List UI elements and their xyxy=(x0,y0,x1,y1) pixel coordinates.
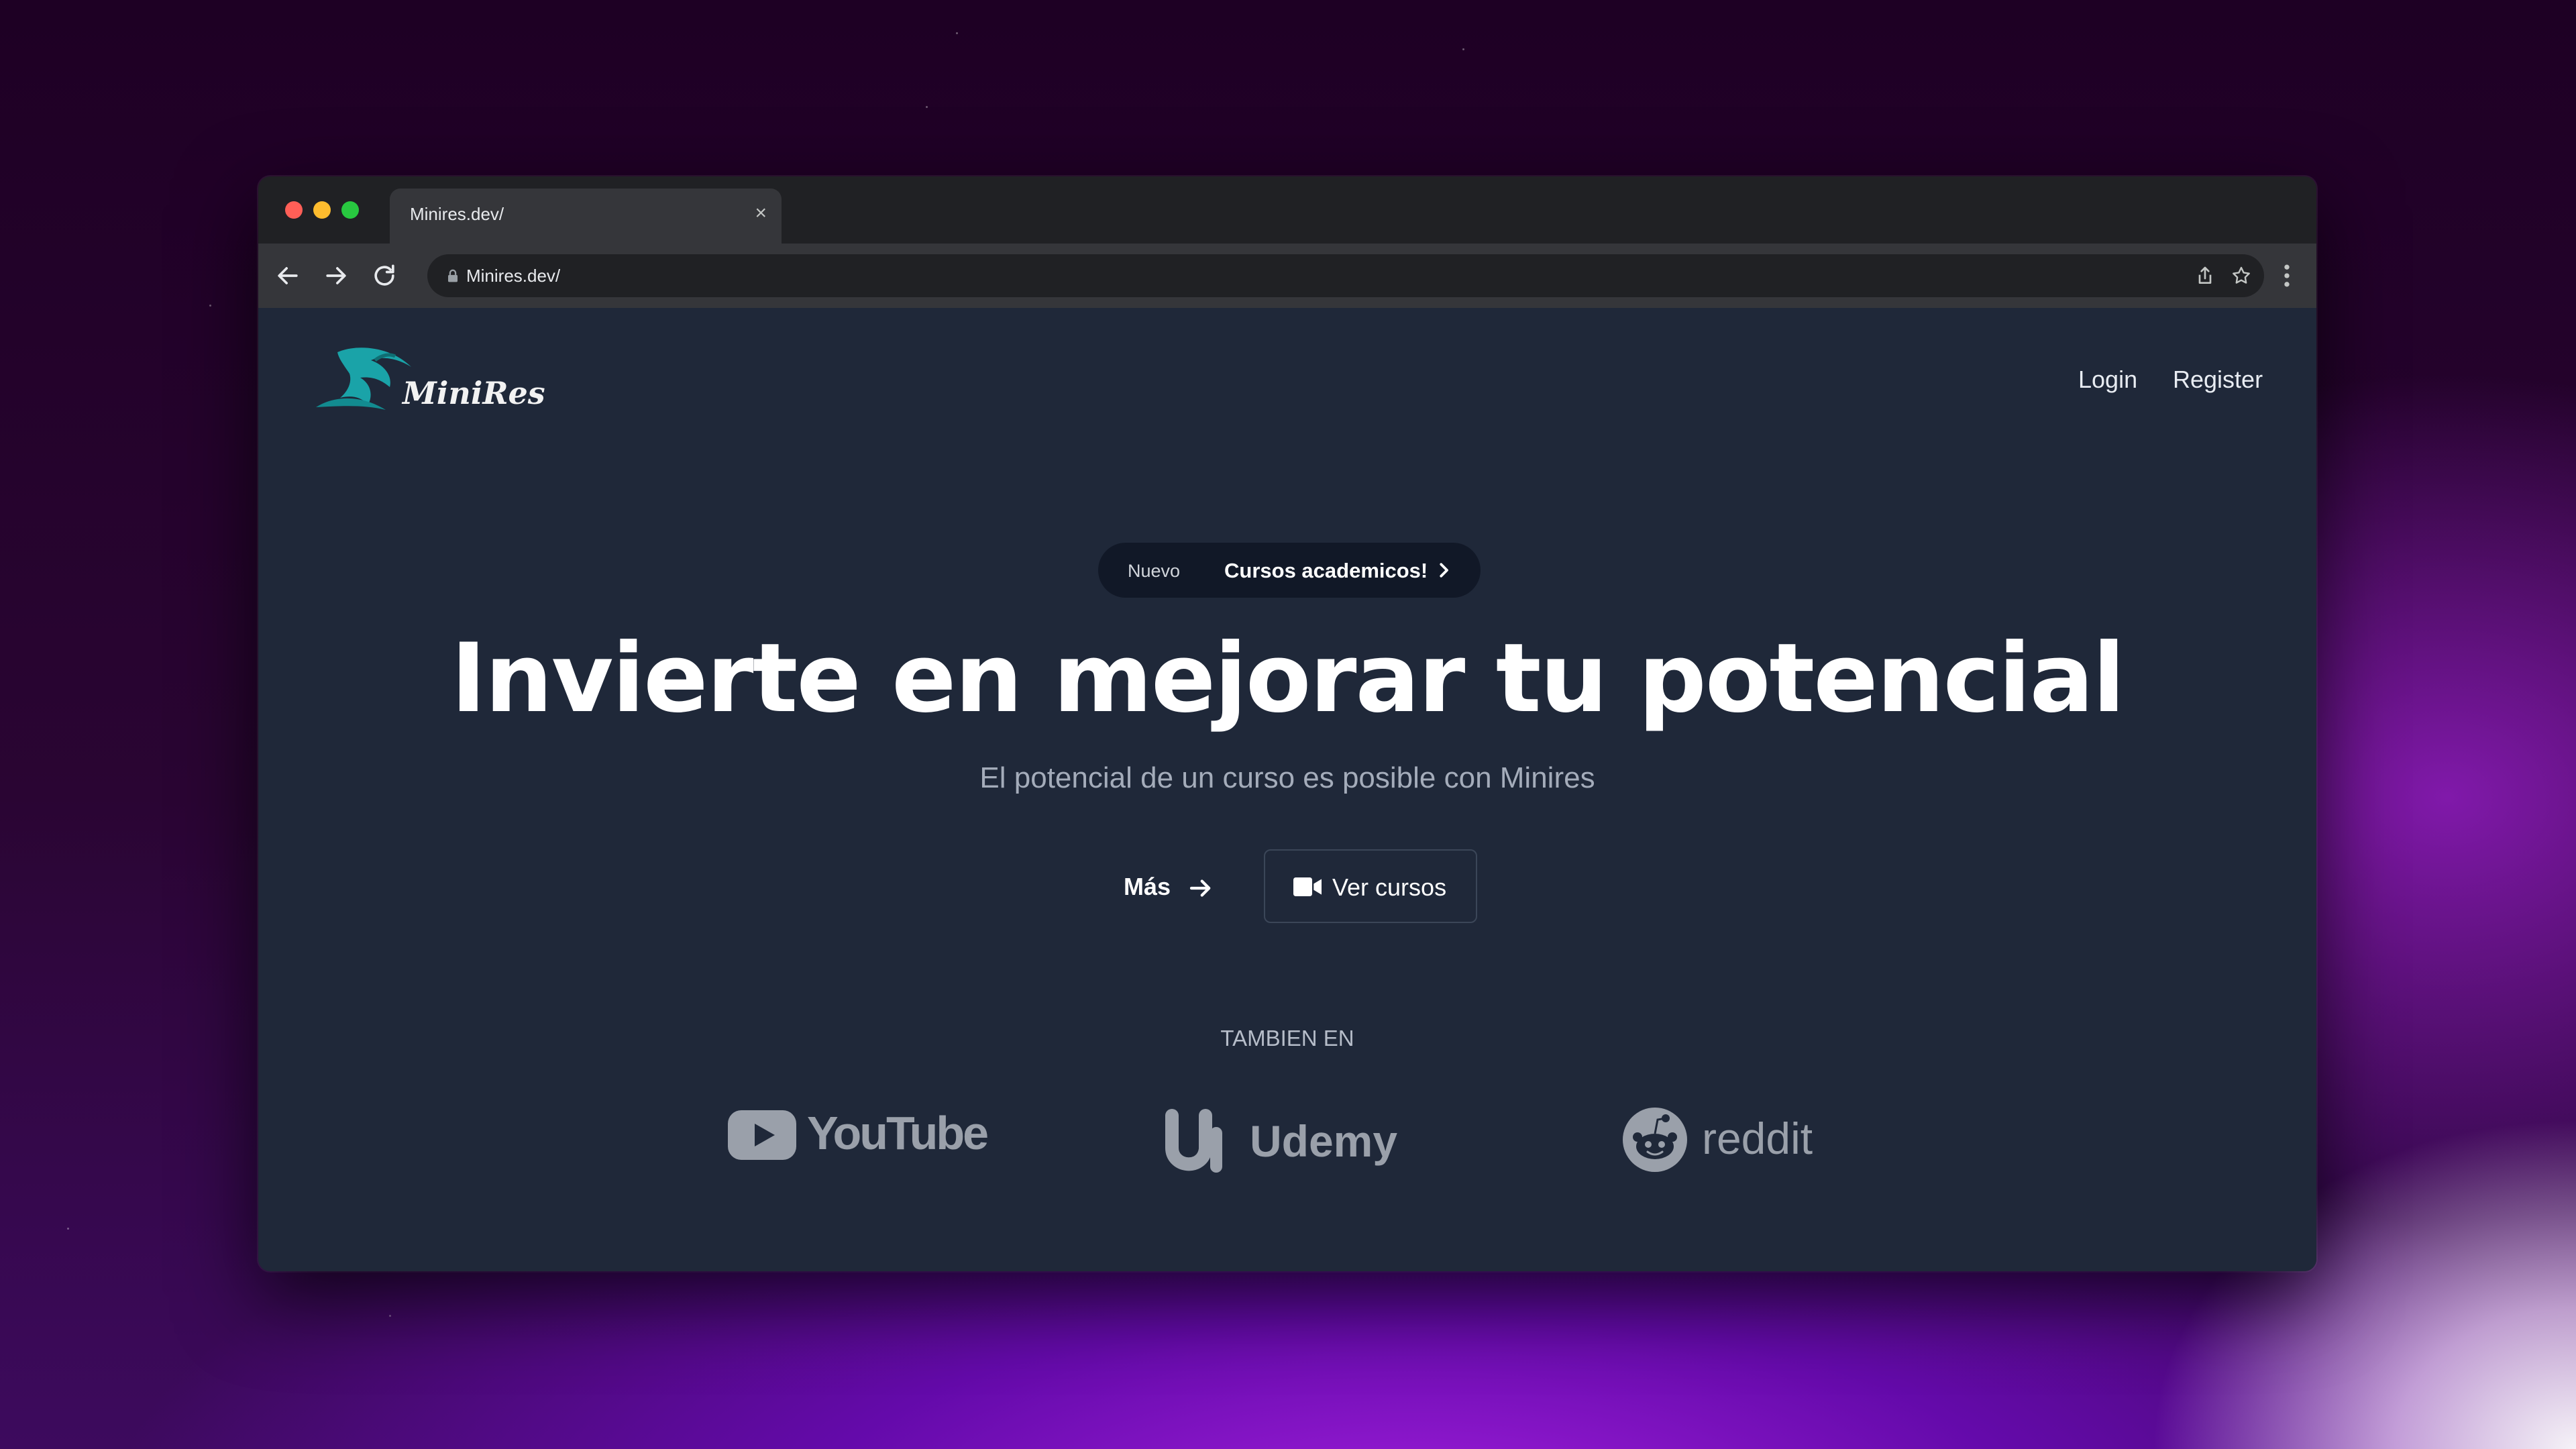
login-link[interactable]: Login xyxy=(2078,366,2137,394)
background-star xyxy=(67,1228,69,1230)
browser-toolbar: Minires.dev/ xyxy=(258,244,2316,308)
share-icon[interactable] xyxy=(2194,265,2216,286)
more-menu-icon[interactable] xyxy=(2272,261,2302,290)
close-window-button[interactable] xyxy=(285,201,303,219)
tab-title: Minires.dev/ xyxy=(410,204,504,224)
hero-headline: Invierte en mejorar tu potencial xyxy=(450,623,2125,734)
udemy-u-icon xyxy=(1165,1109,1222,1173)
reload-icon[interactable] xyxy=(370,261,399,290)
announcement-badge[interactable]: Nuevo Cursos academicos! xyxy=(1098,543,1481,598)
background-star xyxy=(389,1315,391,1317)
reddit-alien-icon xyxy=(1623,1108,1687,1172)
bookmark-star-icon[interactable] xyxy=(2231,265,2252,286)
badge-tag: Nuevo xyxy=(1128,561,1181,581)
background-star xyxy=(956,32,958,34)
youtube-text: YouTube xyxy=(807,1107,989,1159)
maximize-window-button[interactable] xyxy=(341,201,359,219)
youtube-brand[interactable]: YouTube xyxy=(728,1106,989,1173)
udemy-brand[interactable]: Udemy xyxy=(1164,1106,1419,1180)
also-on-label: TAMBIEN EN xyxy=(1220,1026,1354,1051)
tab-bar: Minires.dev/ × xyxy=(258,176,2316,244)
url-text: Minires.dev/ xyxy=(466,266,561,286)
background-star xyxy=(209,305,211,307)
background-star xyxy=(926,106,928,108)
more-button[interactable]: Más xyxy=(1124,873,1211,901)
view-courses-button[interactable]: Ver cursos xyxy=(1264,849,1477,923)
minimize-window-button[interactable] xyxy=(313,201,331,219)
more-button-label: Más xyxy=(1124,873,1171,900)
browser-tab[interactable]: Minires.dev/ × xyxy=(390,189,782,244)
reddit-text: reddit xyxy=(1702,1114,1813,1163)
logo-text: MiniRes xyxy=(402,375,545,411)
tab-close-icon[interactable]: × xyxy=(755,203,767,223)
back-arrow-icon[interactable] xyxy=(273,261,303,290)
background-star xyxy=(1462,48,1464,50)
badge-text: Cursos academicos! xyxy=(1224,559,1428,582)
udemy-text: Udemy xyxy=(1250,1116,1398,1166)
page-content: MiniRes Login Register Nuevo Cursos acad… xyxy=(258,308,2316,1271)
register-link[interactable]: Register xyxy=(2173,366,2263,394)
arrow-right-icon xyxy=(1189,879,1211,897)
view-courses-label: Ver cursos xyxy=(1332,873,1447,901)
youtube-play-icon xyxy=(728,1110,796,1160)
hero-subtitle: El potencial de un curso es posible con … xyxy=(979,761,1595,794)
browser-window: Minires.dev/ × Minires.dev/ MiniRes Logi… xyxy=(258,176,2316,1271)
video-camera-icon xyxy=(1293,877,1322,896)
lock-icon xyxy=(448,269,458,282)
forward-arrow-icon[interactable] xyxy=(321,261,351,290)
chevron-right-icon xyxy=(1440,563,1448,578)
reddit-brand[interactable]: reddit xyxy=(1621,1106,1836,1176)
address-bar[interactable]: Minires.dev/ xyxy=(427,254,2264,297)
